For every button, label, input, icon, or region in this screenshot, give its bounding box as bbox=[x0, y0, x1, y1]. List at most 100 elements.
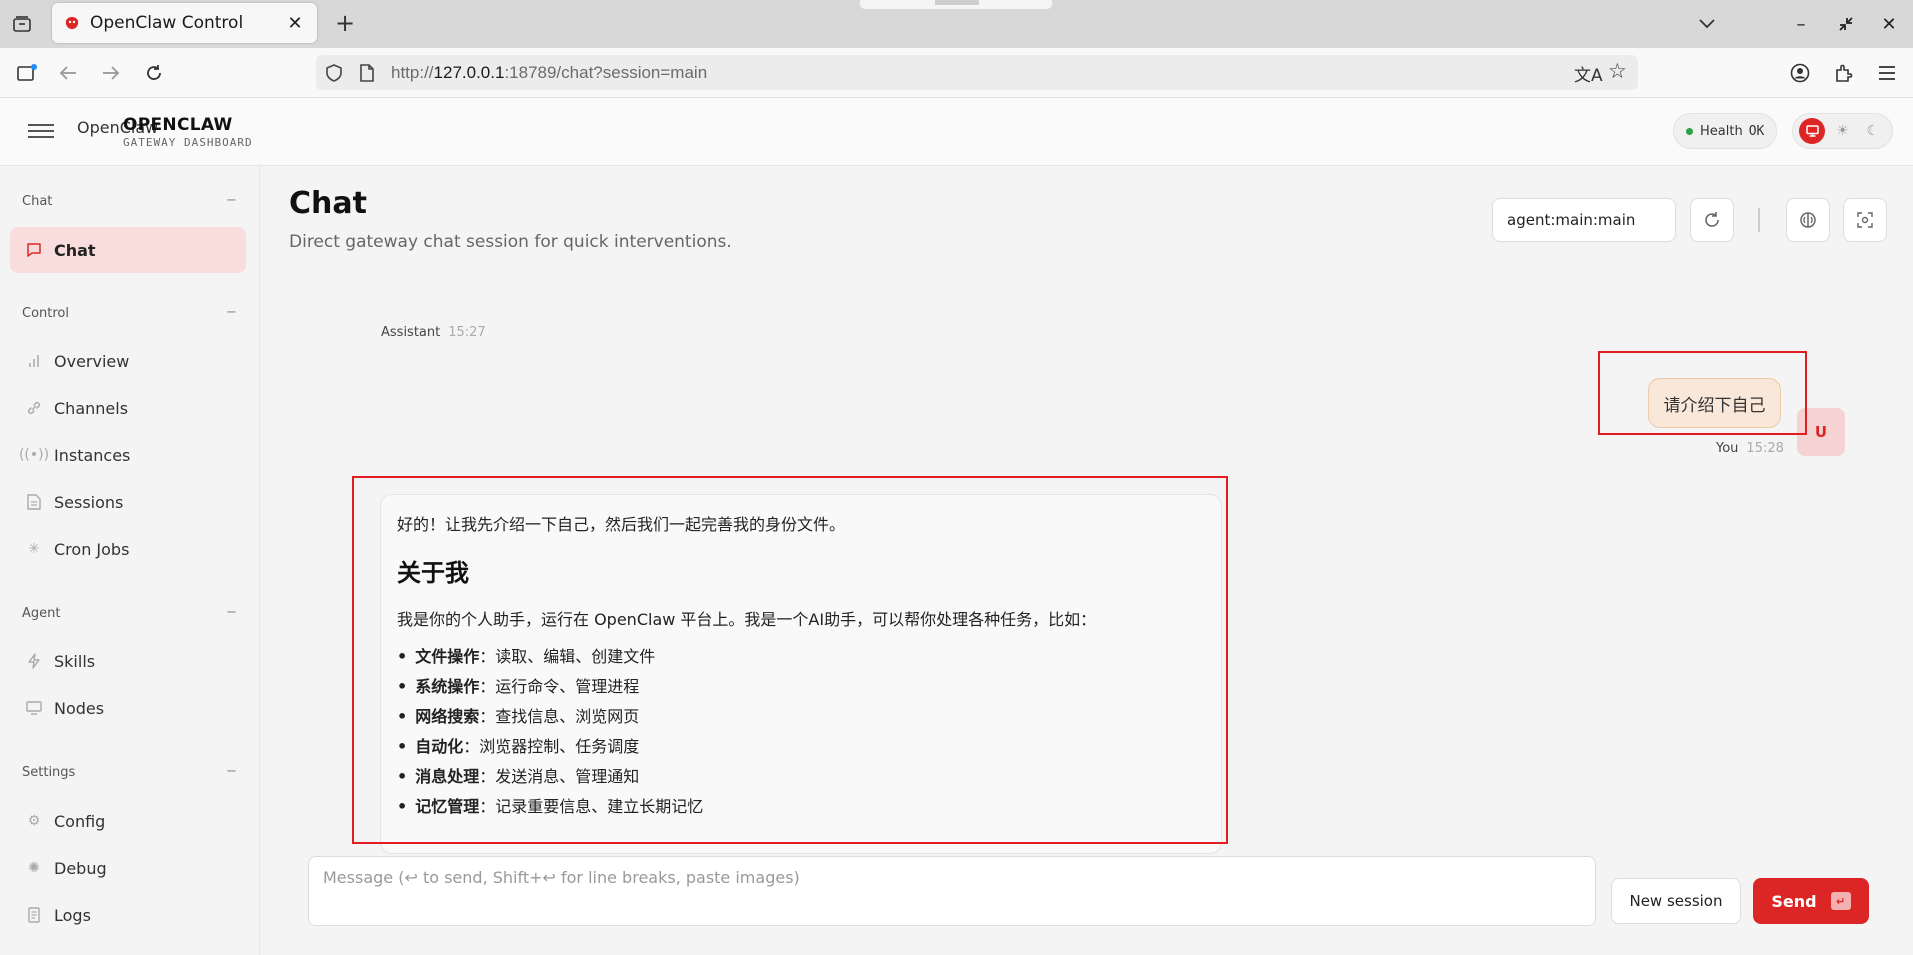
collapse-icon[interactable]: − bbox=[226, 305, 237, 320]
bug-icon: ✺ bbox=[28, 860, 40, 876]
sidebar-item-label: Skills bbox=[54, 651, 96, 671]
bar-chart-icon bbox=[24, 351, 44, 371]
collapse-icon[interactable]: − bbox=[226, 193, 237, 208]
sidebar: Chat − Chat Control − Overview Channels … bbox=[0, 166, 260, 955]
minimize-icon[interactable]: – bbox=[1787, 10, 1815, 38]
sidebar-item-overview[interactable]: Overview bbox=[10, 338, 246, 384]
sidebar-toggle-icon[interactable] bbox=[12, 58, 42, 88]
sidebar-item-label: Nodes bbox=[54, 698, 105, 718]
page-title: Chat bbox=[289, 186, 367, 221]
collapse-icon[interactable]: − bbox=[226, 764, 237, 779]
chevron-down-icon[interactable] bbox=[1693, 10, 1721, 38]
window-close-icon[interactable]: ✕ bbox=[1875, 10, 1903, 38]
file-icon bbox=[24, 492, 44, 512]
account-icon[interactable] bbox=[1785, 58, 1815, 88]
new-tab-button[interactable]: + bbox=[330, 9, 360, 39]
back-icon[interactable] bbox=[53, 58, 83, 88]
sidebar-item-label: Config bbox=[54, 811, 106, 831]
sidebar-item-nodes[interactable]: Nodes bbox=[10, 685, 246, 731]
message-role: You bbox=[1716, 441, 1739, 456]
chat-main: Chat Direct gateway chat session for qui… bbox=[261, 166, 1913, 955]
message-composer bbox=[308, 856, 1596, 926]
brand-title: OPENCLAW bbox=[123, 115, 233, 135]
session-selector[interactable]: agent:main:main bbox=[1492, 198, 1676, 242]
address-bar[interactable]: http://127.0.0.1:18789/chat?session=main… bbox=[316, 55, 1638, 90]
sidebar-item-label: Logs bbox=[54, 905, 91, 925]
brand-subtitle: GATEWAY DASHBOARD bbox=[123, 136, 253, 149]
sidebar-item-logs[interactable]: Logs bbox=[10, 892, 246, 938]
previous-message-meta: Assistant 15:27 bbox=[381, 325, 486, 340]
sidebar-item-label: Instances bbox=[54, 445, 131, 465]
url-host: 127.0.0.1 bbox=[433, 63, 505, 82]
shield-icon[interactable] bbox=[326, 64, 342, 82]
zap-icon bbox=[24, 651, 44, 671]
thinking-toggle-icon[interactable] bbox=[1786, 198, 1830, 242]
send-button-label: Send bbox=[1771, 891, 1817, 911]
sidebar-item-label: Sessions bbox=[54, 492, 124, 512]
message-time: 15:28 bbox=[1746, 441, 1784, 456]
reload-icon[interactable] bbox=[139, 58, 169, 88]
link-icon bbox=[24, 398, 44, 418]
enter-key-icon: ↵ bbox=[1830, 892, 1851, 910]
url-prefix: http:// bbox=[391, 63, 434, 82]
sidebar-item-skills[interactable]: Skills bbox=[10, 638, 246, 684]
sidebar-group-agent: Agent bbox=[22, 606, 61, 621]
forward-icon[interactable] bbox=[96, 58, 126, 88]
message-input[interactable] bbox=[309, 857, 1595, 925]
sidebar-item-chat[interactable]: Chat bbox=[10, 227, 246, 273]
message-role: Assistant bbox=[381, 325, 441, 340]
menu-icon[interactable] bbox=[1872, 58, 1902, 88]
window-drag-handle[interactable] bbox=[860, 0, 1052, 9]
sidebar-group-control: Control bbox=[22, 306, 69, 321]
health-value: OK bbox=[1748, 123, 1765, 139]
translate-icon[interactable]: 文A bbox=[1574, 61, 1603, 86]
collapse-icon[interactable]: − bbox=[226, 605, 237, 620]
sidebar-item-config[interactable]: ⚙ Config bbox=[10, 798, 246, 844]
light-theme-sun-icon[interactable]: ☀ bbox=[1829, 118, 1855, 144]
message-icon bbox=[24, 240, 44, 260]
theme-toggle-group: ☀ ☾ bbox=[1792, 113, 1893, 149]
health-dot-icon bbox=[1686, 127, 1693, 135]
scroll-icon bbox=[24, 905, 44, 925]
message-time: 15:27 bbox=[448, 325, 486, 340]
sidebar-group-chat: Chat bbox=[22, 194, 53, 209]
page-subtitle: Direct gateway chat session for quick in… bbox=[289, 232, 732, 252]
user-message-meta: You 15:28 bbox=[1716, 441, 1784, 456]
openclaw-favicon-icon bbox=[65, 17, 79, 29]
browser-tab-bar: OpenClaw Control ✕ + – ✕ bbox=[0, 0, 1913, 48]
dark-theme-moon-icon[interactable]: ☾ bbox=[1860, 118, 1886, 144]
tab-close-icon[interactable]: ✕ bbox=[285, 13, 305, 34]
sidebar-item-sessions[interactable]: Sessions bbox=[10, 479, 246, 525]
sidebar-item-channels[interactable]: Channels bbox=[10, 385, 246, 431]
restore-icon[interactable] bbox=[1832, 10, 1860, 38]
hamburger-menu-icon[interactable] bbox=[28, 120, 54, 144]
sidebar-item-label: Cron Jobs bbox=[54, 539, 130, 559]
refresh-icon[interactable] bbox=[1690, 198, 1734, 242]
system-theme-icon[interactable] bbox=[1799, 118, 1826, 144]
monitor-icon bbox=[24, 698, 44, 718]
url-text[interactable]: http://127.0.0.1:18789/chat?session=main bbox=[391, 63, 707, 83]
highlight-box-assistant-message bbox=[352, 476, 1228, 844]
loader-icon: ✳ bbox=[28, 541, 40, 557]
focus-mode-icon[interactable] bbox=[1843, 198, 1887, 242]
tab-list-icon[interactable] bbox=[8, 10, 36, 38]
app-header: OpenClaw OPENCLAW GATEWAY DASHBOARD Heal… bbox=[0, 98, 1913, 166]
new-session-button[interactable]: New session bbox=[1611, 878, 1741, 924]
sidebar-item-cron-jobs[interactable]: ✳ Cron Jobs bbox=[10, 526, 246, 572]
sidebar-group-settings: Settings bbox=[22, 765, 76, 780]
bookmark-star-icon[interactable]: ☆ bbox=[1608, 59, 1627, 83]
url-path: :18789/chat?session=main bbox=[504, 63, 708, 82]
health-status-pill: Health OK bbox=[1673, 113, 1778, 149]
sidebar-item-label: Channels bbox=[54, 398, 129, 418]
sidebar-item-label: Debug bbox=[54, 858, 107, 878]
extensions-icon[interactable] bbox=[1829, 58, 1859, 88]
highlight-box-user-message bbox=[1598, 351, 1807, 435]
send-button[interactable]: Send ↵ bbox=[1753, 878, 1869, 924]
toolbar-divider bbox=[1758, 208, 1760, 232]
radio-icon: ((•)) bbox=[18, 447, 50, 463]
browser-tab[interactable]: OpenClaw Control ✕ bbox=[52, 3, 317, 43]
sidebar-item-label: Chat bbox=[54, 240, 96, 260]
sidebar-item-instances[interactable]: ((•)) Instances bbox=[10, 432, 246, 478]
sidebar-item-debug[interactable]: ✺ Debug bbox=[10, 845, 246, 891]
page-icon[interactable] bbox=[360, 64, 374, 82]
